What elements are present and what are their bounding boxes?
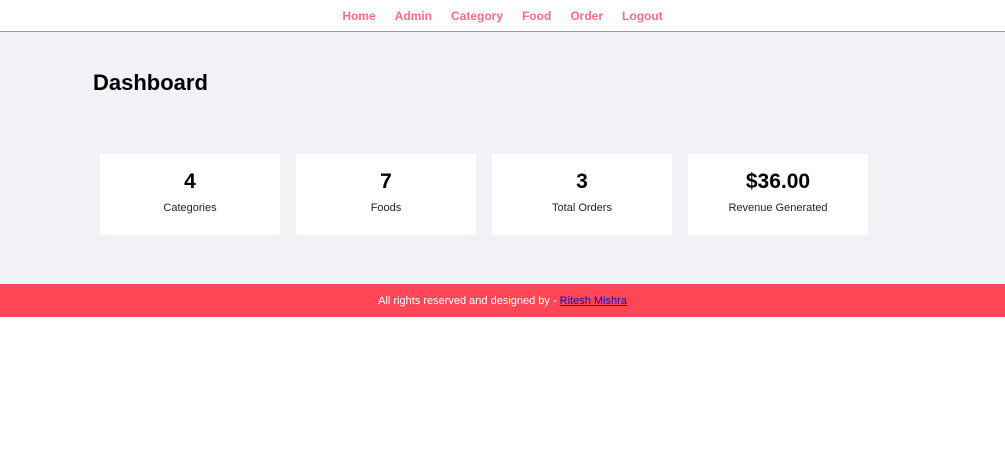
stat-card-revenue: $36.00 Revenue Generated (688, 154, 868, 235)
stats-cards: 4 Categories 7 Foods 3 Total Orders $36.… (100, 154, 868, 235)
footer: All rights reserved and designed by - Ri… (0, 284, 1005, 317)
nav-link-admin[interactable]: Admin (395, 0, 432, 32)
top-navigation: Home Admin Category Food Order Logout (0, 0, 1005, 32)
nav-link-category[interactable]: Category (451, 0, 503, 32)
footer-text: All rights reserved and designed by - (378, 294, 557, 307)
stat-value-revenue: $36.00 (745, 170, 811, 193)
stat-card-total-orders: 3 Total Orders (492, 154, 672, 235)
nav-link-food[interactable]: Food (522, 0, 551, 32)
page-title: Dashboard (93, 70, 208, 95)
stat-value-foods: 7 (380, 170, 392, 193)
nav-link-home[interactable]: Home (342, 0, 375, 32)
stat-label-revenue: Revenue Generated (728, 202, 828, 214)
stat-card-categories: 4 Categories (100, 154, 280, 235)
nav-link-logout[interactable]: Logout (622, 0, 663, 32)
stat-label-foods: Foods (370, 202, 402, 214)
footer-author-link[interactable]: Ritesh Mishra (560, 295, 627, 307)
stat-value-total-orders: 3 (576, 170, 588, 193)
main-content: Dashboard 4 Categories 7 Foods 3 Total O… (0, 32, 1005, 284)
nav-link-order[interactable]: Order (570, 0, 603, 32)
stat-card-foods: 7 Foods (296, 154, 476, 235)
stat-label-total-orders: Total Orders (552, 202, 612, 214)
stat-value-categories: 4 (184, 170, 196, 193)
stat-label-categories: Categories (163, 202, 217, 214)
